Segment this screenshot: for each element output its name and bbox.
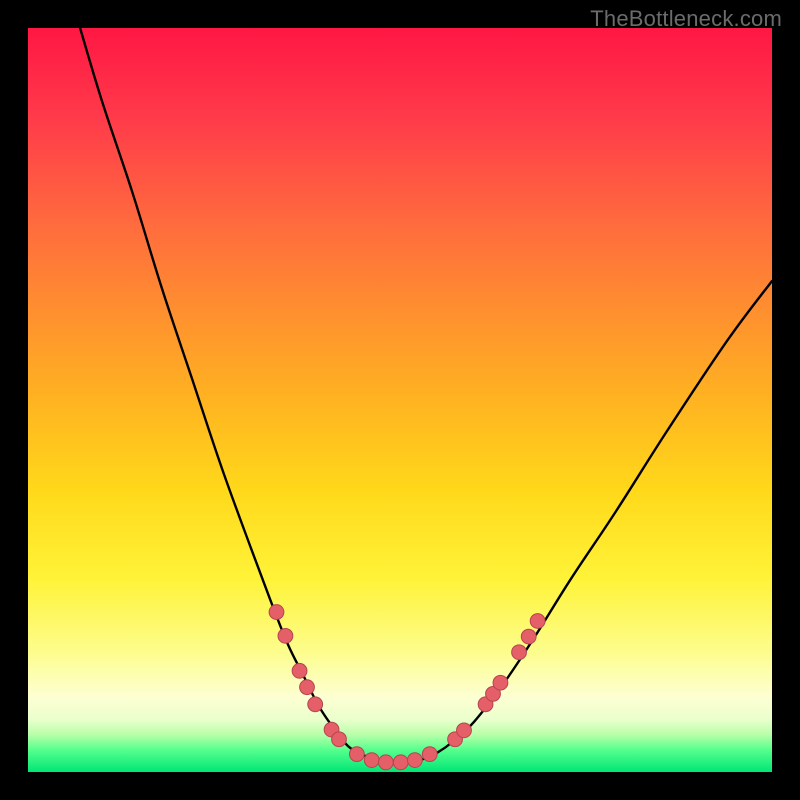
curve-marker xyxy=(521,629,536,644)
curve-marker xyxy=(393,755,408,770)
curve-marker xyxy=(300,680,315,695)
curve-marker xyxy=(364,753,379,768)
plot-area xyxy=(28,28,772,772)
curve-marker xyxy=(349,747,364,762)
curve-marker xyxy=(457,723,472,738)
markers-group xyxy=(269,605,545,770)
curve-marker xyxy=(512,645,527,660)
curve-marker xyxy=(332,732,347,747)
watermark-text: TheBottleneck.com xyxy=(590,6,782,32)
curve-marker xyxy=(308,697,323,712)
curve-marker xyxy=(407,753,422,768)
stage: TheBottleneck.com xyxy=(0,0,800,800)
curve-marker xyxy=(269,605,284,620)
curve-marker xyxy=(493,675,508,690)
curve-marker xyxy=(278,628,293,643)
curve-marker xyxy=(530,614,545,629)
curve-marker xyxy=(378,755,393,770)
bottleneck-curve xyxy=(80,28,772,763)
curve-marker xyxy=(292,663,307,678)
curve-marker xyxy=(422,747,437,762)
plot-svg xyxy=(28,28,772,772)
